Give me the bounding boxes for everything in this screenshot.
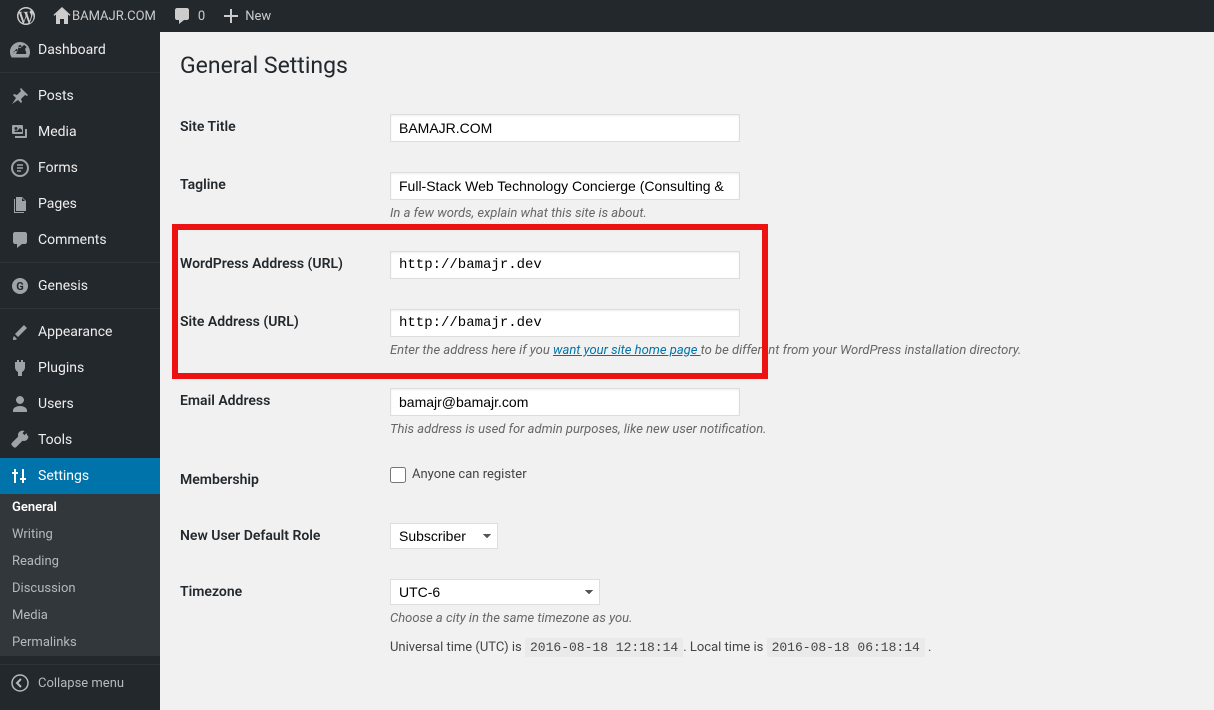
- site-url-label: Site Address (URL): [180, 294, 380, 373]
- sidebar-item-comments[interactable]: Comments: [0, 222, 160, 258]
- admin-sidebar: Dashboard Posts Media Forms Pages Commen…: [0, 32, 160, 710]
- sidebar-label: Tools: [38, 432, 72, 448]
- genesis-icon: G: [10, 276, 30, 296]
- collapse-menu[interactable]: Collapse menu: [0, 664, 160, 701]
- admin-bar: BAMAJR.COM 0 New: [0, 0, 1214, 32]
- sidebar-item-dashboard[interactable]: Dashboard: [0, 32, 160, 68]
- dashboard-icon: [10, 40, 30, 60]
- home-icon: [52, 6, 72, 26]
- settings-submenu: General Writing Reading Discussion Media…: [0, 494, 160, 656]
- email-input[interactable]: [390, 388, 740, 416]
- pin-icon: [10, 86, 30, 106]
- comments-count: 0: [198, 9, 205, 24]
- membership-label: Membership: [180, 452, 380, 508]
- wrench-icon: [10, 430, 30, 450]
- wordpress-icon: [16, 6, 36, 26]
- brush-icon: [10, 322, 30, 342]
- new-content-link[interactable]: New: [213, 0, 279, 32]
- email-desc: This address is used for admin purposes,…: [390, 422, 1184, 437]
- tagline-input[interactable]: [390, 172, 740, 200]
- sliders-icon: [10, 466, 30, 486]
- membership-checkbox[interactable]: [390, 467, 406, 483]
- sidebar-label: Media: [38, 124, 77, 140]
- sidebar-label: Genesis: [38, 278, 88, 294]
- site-title-label: Site Title: [180, 99, 380, 157]
- new-label: New: [245, 9, 271, 24]
- sidebar-item-tools[interactable]: Tools: [0, 422, 160, 458]
- submenu-media[interactable]: Media: [0, 602, 160, 629]
- wp-url-label: WordPress Address (URL): [180, 236, 380, 294]
- sidebar-label: Plugins: [38, 360, 84, 376]
- site-name-link[interactable]: BAMAJR.COM: [44, 0, 164, 32]
- collapse-icon: [10, 673, 30, 693]
- sidebar-item-plugins[interactable]: Plugins: [0, 350, 160, 386]
- page-title: General Settings: [180, 52, 1194, 79]
- default-role-select[interactable]: Subscriber: [390, 523, 498, 549]
- plus-icon: [221, 6, 241, 26]
- sidebar-item-posts[interactable]: Posts: [0, 78, 160, 114]
- collapse-label: Collapse menu: [38, 676, 124, 691]
- pages-icon: [10, 194, 30, 214]
- sidebar-item-users[interactable]: Users: [0, 386, 160, 422]
- wp-logo[interactable]: [8, 0, 44, 32]
- site-name-text: BAMAJR.COM: [72, 9, 156, 24]
- sidebar-label: Settings: [38, 468, 89, 484]
- membership-checkbox-label[interactable]: Anyone can register: [390, 467, 527, 482]
- menu-separator: [0, 304, 160, 309]
- sidebar-item-appearance[interactable]: Appearance: [0, 314, 160, 350]
- timezone-label: Timezone: [180, 564, 380, 670]
- comments-icon: [172, 6, 192, 26]
- sidebar-label: Appearance: [38, 324, 112, 340]
- settings-form: Site Title Tagline In a few words, expla…: [180, 99, 1194, 670]
- timezone-select[interactable]: UTC-6: [390, 579, 600, 605]
- site-url-desc: Enter the address here if you want your …: [390, 343, 1184, 358]
- wp-url-input[interactable]: [390, 251, 740, 279]
- forms-icon: [10, 158, 30, 178]
- submenu-reading[interactable]: Reading: [0, 548, 160, 575]
- main-content: General Settings Site Title Tagline In a…: [160, 32, 1214, 710]
- sidebar-item-forms[interactable]: Forms: [0, 150, 160, 186]
- tagline-label: Tagline: [180, 157, 380, 236]
- sidebar-label: Pages: [38, 196, 77, 212]
- plugin-icon: [10, 358, 30, 378]
- submenu-writing[interactable]: Writing: [0, 521, 160, 548]
- sidebar-item-genesis[interactable]: G Genesis: [0, 268, 160, 304]
- svg-text:G: G: [16, 280, 24, 293]
- user-icon: [10, 394, 30, 414]
- menu-separator: [0, 258, 160, 263]
- timezone-desc: Choose a city in the same timezone as yo…: [390, 611, 1184, 626]
- submenu-general[interactable]: General: [0, 494, 160, 521]
- timezone-info: Universal time (UTC) is 2016-08-18 12:18…: [390, 640, 1184, 655]
- local-time: 2016-08-18 06:18:14: [767, 638, 925, 657]
- menu-separator: [0, 68, 160, 73]
- sidebar-label: Dashboard: [38, 42, 106, 58]
- utc-time: 2016-08-18 12:18:14: [525, 638, 683, 657]
- sidebar-label: Forms: [38, 160, 78, 176]
- sidebar-label: Users: [38, 396, 74, 412]
- sidebar-label: Comments: [38, 232, 107, 248]
- tagline-desc: In a few words, explain what this site i…: [390, 206, 1184, 221]
- email-label: Email Address: [180, 373, 380, 452]
- comments-link[interactable]: 0: [164, 0, 213, 32]
- default-role-label: New User Default Role: [180, 508, 380, 564]
- comment-icon: [10, 230, 30, 250]
- sidebar-item-pages[interactable]: Pages: [0, 186, 160, 222]
- site-url-input[interactable]: [390, 309, 740, 337]
- submenu-permalinks[interactable]: Permalinks: [0, 629, 160, 656]
- sidebar-label: Posts: [38, 88, 74, 104]
- site-title-input[interactable]: [390, 114, 740, 142]
- site-url-help-link[interactable]: want your site home page: [553, 343, 701, 358]
- media-icon: [10, 122, 30, 142]
- sidebar-item-media[interactable]: Media: [0, 114, 160, 150]
- sidebar-item-settings[interactable]: Settings: [0, 458, 160, 494]
- submenu-discussion[interactable]: Discussion: [0, 575, 160, 602]
